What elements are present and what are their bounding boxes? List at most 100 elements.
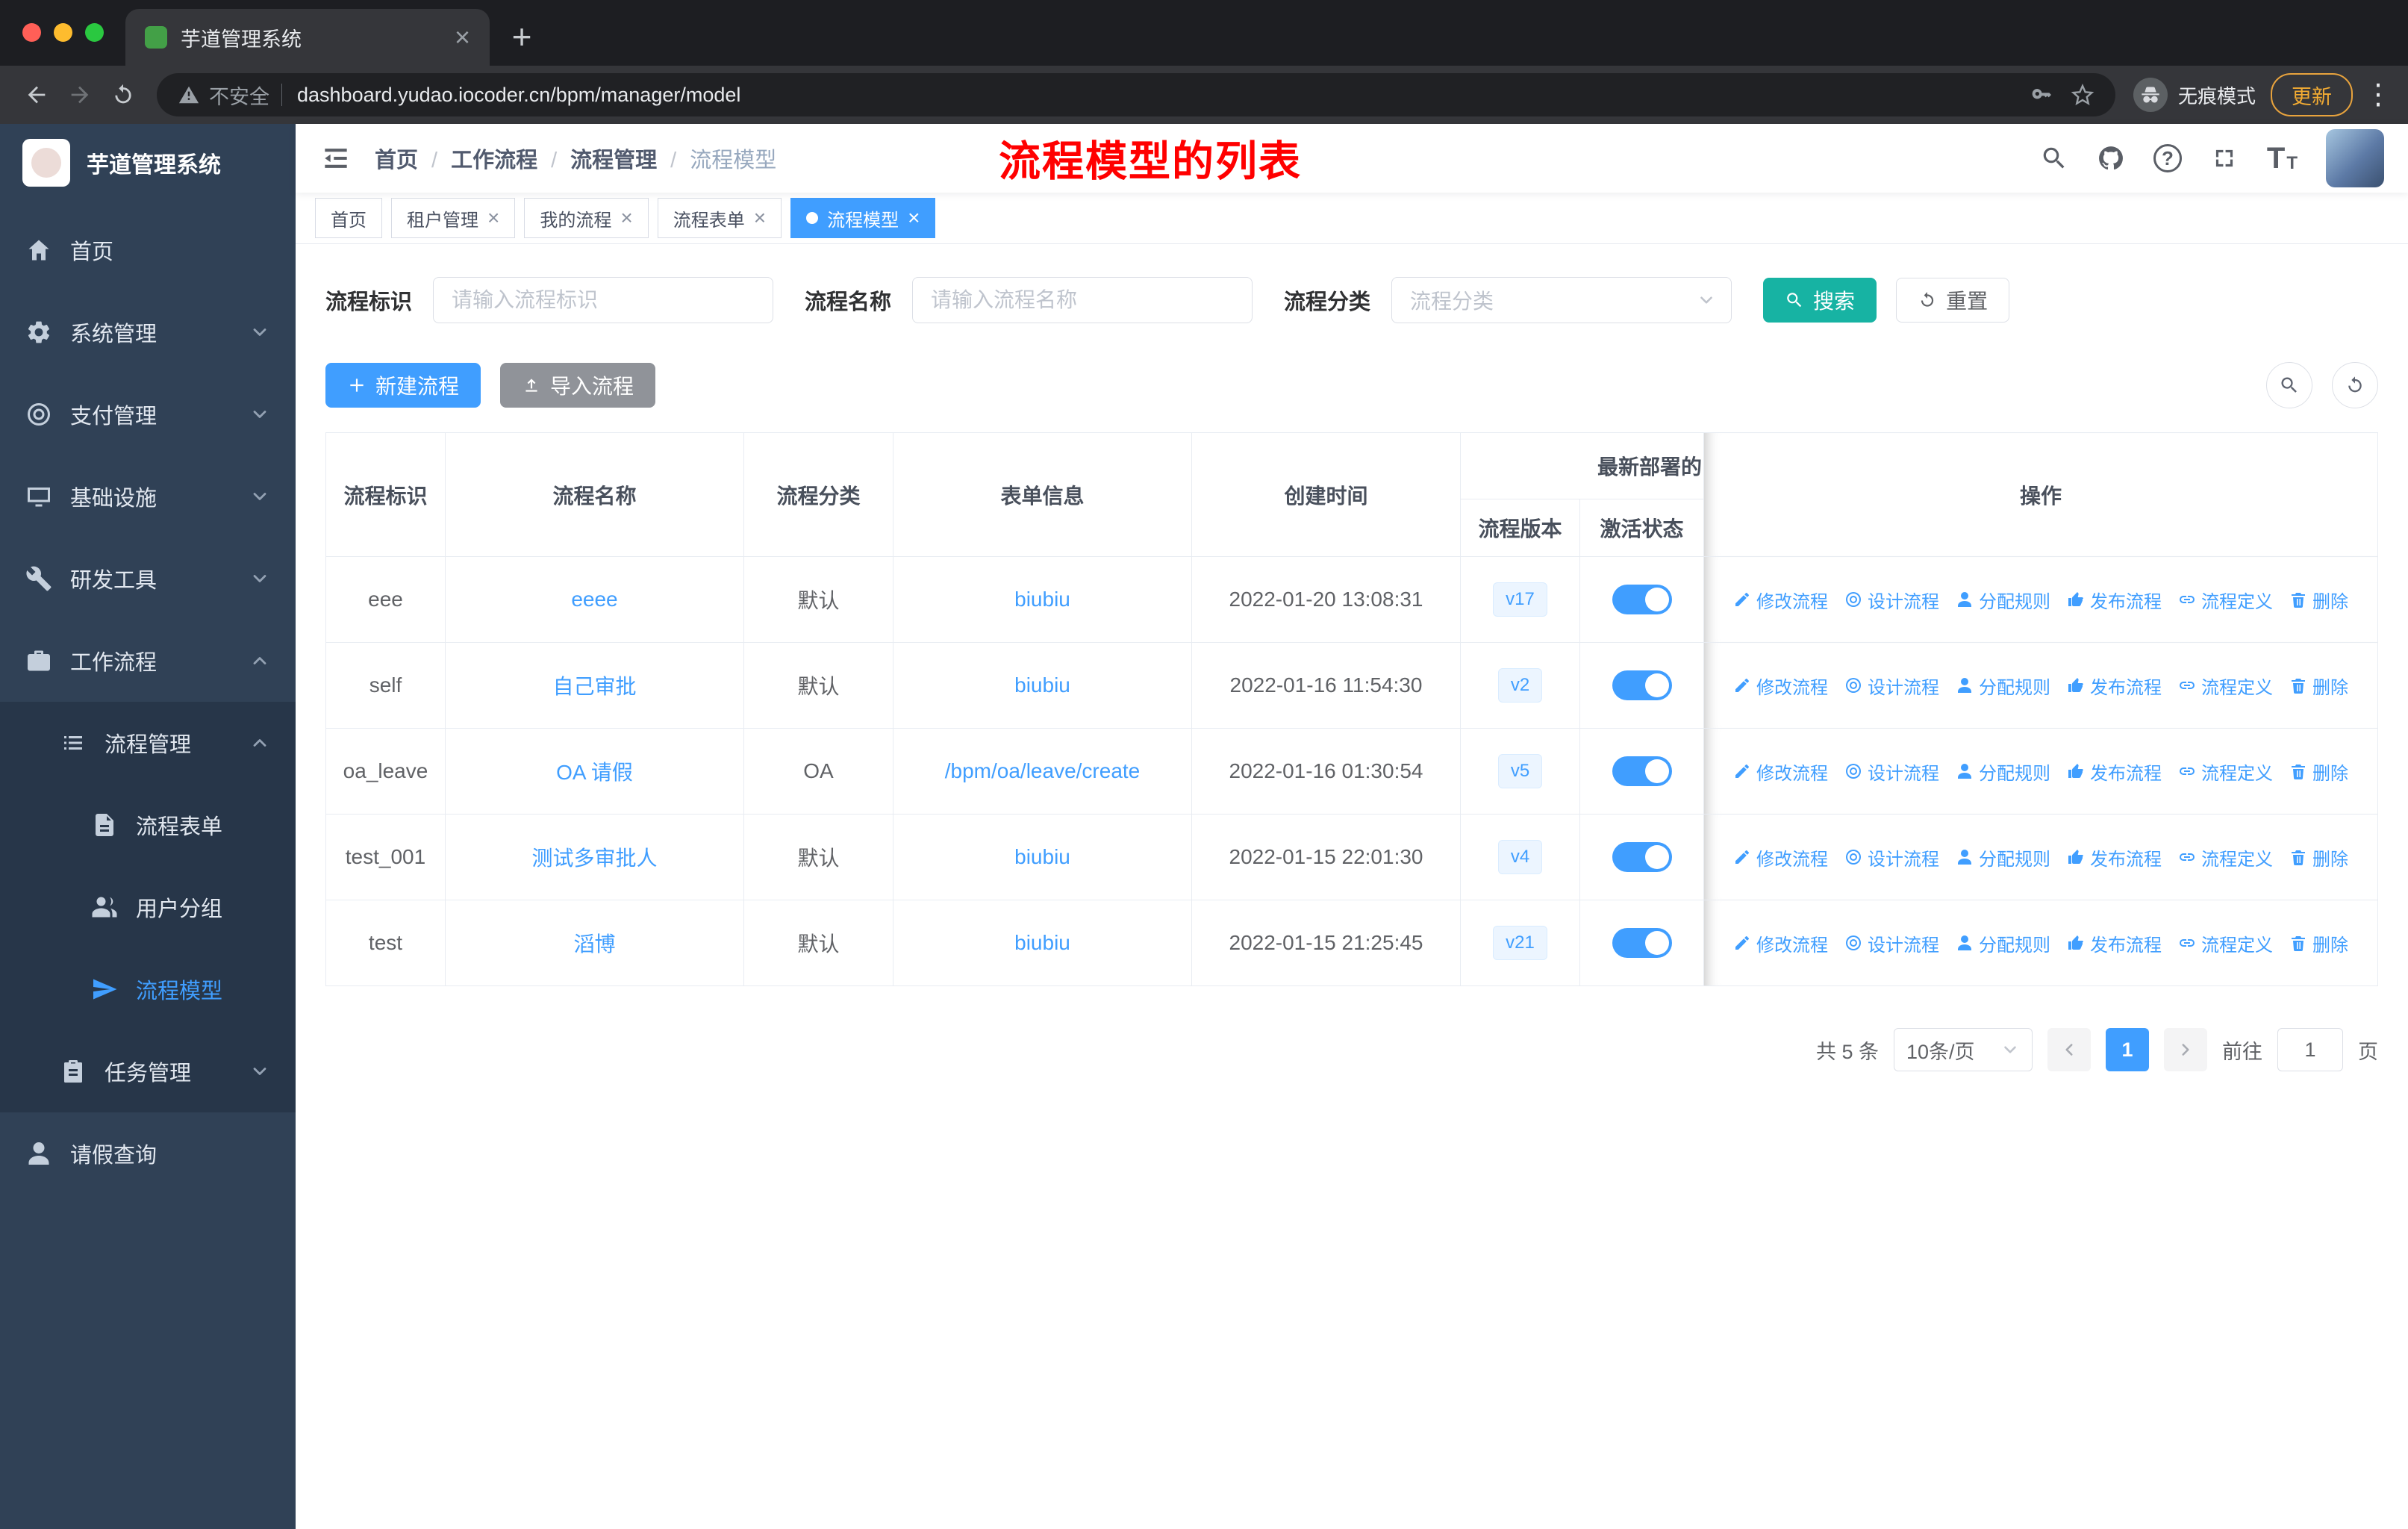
op-definition-link[interactable]: 流程定义 xyxy=(2178,844,2273,871)
sidebar-item-devtools[interactable]: 研发工具 xyxy=(0,538,296,620)
active-toggle[interactable] xyxy=(1612,928,1672,958)
op-design-link[interactable]: 设计流程 xyxy=(1844,930,1939,956)
browser-tab[interactable]: 芋道管理系统 xyxy=(125,9,490,66)
fullscreen-button[interactable] xyxy=(2210,144,2239,172)
form-info-link[interactable]: /bpm/oa/leave/create xyxy=(945,759,1141,782)
sidebar-item-payment[interactable]: 支付管理 xyxy=(0,373,296,455)
address-bar[interactable]: 不安全 dashboard.yudao.iocoder.cn/bpm/manag… xyxy=(157,73,2115,116)
page-size-select[interactable]: 10条/页 xyxy=(1894,1028,2033,1071)
password-manager-icon[interactable] xyxy=(2030,83,2054,107)
sidebar-item-infra[interactable]: 基础设施 xyxy=(0,455,296,538)
header-search-button[interactable] xyxy=(2040,144,2068,172)
form-info-link[interactable]: biubiu xyxy=(1014,845,1070,868)
tag-my-process[interactable]: 我的流程 xyxy=(524,198,649,238)
tag-close-icon[interactable] xyxy=(487,208,499,228)
sidebar-item-process-mgmt[interactable]: 流程管理 xyxy=(0,702,296,784)
tag-process-form[interactable]: 流程表单 xyxy=(657,198,782,238)
op-delete-link[interactable]: 删除 xyxy=(2289,930,2348,956)
prev-page-button[interactable] xyxy=(2047,1028,2091,1071)
op-assign-rule-link[interactable]: 分配规则 xyxy=(1956,930,2050,956)
op-design-link[interactable]: 设计流程 xyxy=(1844,673,1939,699)
op-delete-link[interactable]: 删除 xyxy=(2289,587,2348,613)
op-modify-link[interactable]: 修改流程 xyxy=(1733,587,1828,613)
sidebar-item-user-group[interactable]: 用户分组 xyxy=(0,866,296,948)
sidebar-item-home[interactable]: 首页 xyxy=(0,209,296,291)
op-publish-link[interactable]: 发布流程 xyxy=(2067,844,2162,871)
op-delete-link[interactable]: 删除 xyxy=(2289,673,2348,699)
zoom-window-button[interactable] xyxy=(85,23,104,42)
form-info-link[interactable]: biubiu xyxy=(1014,588,1070,611)
current-page-button[interactable]: 1 xyxy=(2106,1028,2149,1071)
active-toggle[interactable] xyxy=(1612,756,1672,786)
app-brand[interactable]: 芋道管理系统 xyxy=(0,124,296,202)
sidebar-item-leave-query[interactable]: 请假查询 xyxy=(0,1112,296,1195)
breadcrumb-item[interactable]: 首页 xyxy=(375,143,418,174)
sidebar-toggle-button[interactable] xyxy=(319,142,352,175)
process-name-link[interactable]: eeee xyxy=(571,588,617,611)
close-window-button[interactable] xyxy=(22,23,41,42)
sidebar-item-process-model[interactable]: 流程模型 xyxy=(0,948,296,1030)
op-publish-link[interactable]: 发布流程 xyxy=(2067,930,2162,956)
tab-close-icon[interactable] xyxy=(455,24,470,51)
sidebar-item-process-form[interactable]: 流程表单 xyxy=(0,784,296,866)
op-definition-link[interactable]: 流程定义 xyxy=(2178,930,2273,956)
op-modify-link[interactable]: 修改流程 xyxy=(1733,759,1828,785)
tag-home[interactable]: 首页 xyxy=(315,198,382,238)
incognito-avatar[interactable] xyxy=(2133,78,2168,112)
active-toggle[interactable] xyxy=(1612,585,1672,614)
op-definition-link[interactable]: 流程定义 xyxy=(2178,587,2273,613)
github-button[interactable] xyxy=(2097,144,2125,172)
breadcrumb-item[interactable]: 工作流程 xyxy=(418,143,537,174)
op-design-link[interactable]: 设计流程 xyxy=(1844,759,1939,785)
sidebar-item-system[interactable]: 系统管理 xyxy=(0,291,296,373)
sidebar-item-task-mgmt[interactable]: 任务管理 xyxy=(0,1030,296,1112)
op-publish-link[interactable]: 发布流程 xyxy=(2067,759,2162,785)
op-modify-link[interactable]: 修改流程 xyxy=(1733,930,1828,956)
op-definition-link[interactable]: 流程定义 xyxy=(2178,759,2273,785)
op-publish-link[interactable]: 发布流程 xyxy=(2067,587,2162,613)
url-text[interactable]: dashboard.yudao.iocoder.cn/bpm/manager/m… xyxy=(297,84,740,107)
op-design-link[interactable]: 设计流程 xyxy=(1844,587,1939,613)
toggle-search-button[interactable] xyxy=(2266,362,2312,408)
op-modify-link[interactable]: 修改流程 xyxy=(1733,844,1828,871)
sidebar-item-workflow[interactable]: 工作流程 xyxy=(0,620,296,702)
tag-process-model[interactable]: 流程模型 xyxy=(790,198,936,238)
process-name-link[interactable]: OA 请假 xyxy=(556,761,633,784)
process-name-link[interactable]: 滔博 xyxy=(573,932,615,956)
form-info-link[interactable]: biubiu xyxy=(1014,931,1070,954)
op-assign-rule-link[interactable]: 分配规则 xyxy=(1956,759,2050,785)
process-id-input[interactable] xyxy=(433,277,774,323)
tag-close-icon[interactable] xyxy=(908,208,920,228)
reset-button[interactable]: 重置 xyxy=(1896,278,2010,323)
browser-menu-icon[interactable] xyxy=(2363,81,2393,109)
category-select[interactable]: 流程分类 xyxy=(1391,277,1732,323)
tag-close-icon[interactable] xyxy=(754,208,766,228)
form-info-link[interactable]: biubiu xyxy=(1014,673,1070,697)
minimize-window-button[interactable] xyxy=(54,23,72,42)
refresh-table-button[interactable] xyxy=(2332,362,2378,408)
new-tab-button[interactable] xyxy=(500,15,543,58)
next-page-button[interactable] xyxy=(2164,1028,2207,1071)
goto-page-input[interactable] xyxy=(2277,1028,2343,1071)
process-name-input[interactable] xyxy=(912,277,1253,323)
security-label[interactable]: 不安全 xyxy=(209,81,269,110)
back-button[interactable] xyxy=(15,73,58,116)
active-toggle[interactable] xyxy=(1612,842,1672,872)
op-assign-rule-link[interactable]: 分配规则 xyxy=(1956,587,2050,613)
bookmark-star-icon[interactable] xyxy=(2071,83,2094,107)
font-size-icon[interactable] xyxy=(2267,143,2298,173)
active-toggle[interactable] xyxy=(1612,670,1672,700)
user-avatar[interactable] xyxy=(2326,129,2384,187)
search-button[interactable]: 搜索 xyxy=(1763,278,1877,323)
op-assign-rule-link[interactable]: 分配规则 xyxy=(1956,844,2050,871)
op-delete-link[interactable]: 删除 xyxy=(2289,759,2348,785)
create-process-button[interactable]: 新建流程 xyxy=(325,363,481,408)
op-definition-link[interactable]: 流程定义 xyxy=(2178,673,2273,699)
process-name-link[interactable]: 自己审批 xyxy=(552,675,636,698)
op-assign-rule-link[interactable]: 分配规则 xyxy=(1956,673,2050,699)
import-process-button[interactable]: 导入流程 xyxy=(500,363,656,408)
forward-button[interactable] xyxy=(58,73,102,116)
tag-close-icon[interactable] xyxy=(620,208,632,228)
help-icon[interactable] xyxy=(2153,144,2182,172)
process-name-link[interactable]: 测试多审批人 xyxy=(531,847,657,870)
